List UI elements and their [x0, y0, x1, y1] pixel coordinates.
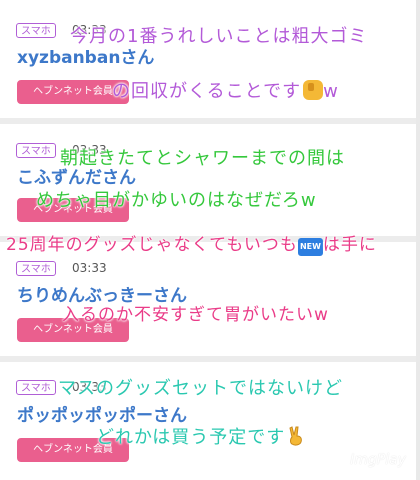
device-badge: スマホ	[16, 23, 56, 38]
device-badge: スマホ	[16, 143, 56, 158]
post-card[interactable]: スマホ 03:33 ちりめんぶっきーさん ヘブンネット会員	[0, 242, 418, 354]
username-link[interactable]: xyzbanbanさん	[17, 48, 154, 68]
device-badge: スマホ	[16, 261, 56, 276]
caption-line: の回収がくることです w	[112, 80, 339, 103]
device-badge: スマホ	[16, 380, 56, 395]
post-card[interactable]: スマホ 03:33 こふずんださん ヘブンネット会員	[0, 124, 418, 236]
scroll-edge	[416, 0, 420, 480]
caption-suffix: w	[323, 81, 339, 102]
caption-text: 25周年のグッズじゃなくてもいつも	[6, 235, 298, 255]
victory-hand-icon	[287, 426, 305, 446]
caption-line: 入るのか不安すぎて胃がいたいw	[62, 305, 329, 325]
caption-suffix: は手に	[322, 235, 377, 255]
caption-line: 今月の1番うれしいことは粗大ゴミ	[70, 26, 368, 47]
username-link[interactable]: こふずんださん	[17, 168, 136, 188]
watermark-logo: ImgPlay	[350, 452, 406, 468]
post-time: 03:33	[72, 261, 107, 275]
thumbs-up-icon	[303, 80, 324, 100]
username-link[interactable]: ポッポッポッポーさん	[17, 406, 187, 426]
caption-text: の回収がくることです	[112, 81, 302, 102]
new-icon: NEW	[297, 238, 323, 256]
caption-line: マスのグッズセットではないけど	[58, 378, 343, 399]
caption-line: 25周年のグッズじゃなくてもいつも NEW は手に	[6, 234, 377, 256]
caption-line: どれかは買う予定です	[96, 426, 305, 449]
caption-line: 朝起きたてとシャワーまでの間は	[60, 148, 345, 169]
username-link[interactable]: ちりめんぶっきーさん	[17, 286, 187, 306]
caption-line: めちゃ目がかゆいのはなぜだろw	[36, 190, 317, 211]
caption-text: どれかは買う予定です	[96, 427, 286, 448]
